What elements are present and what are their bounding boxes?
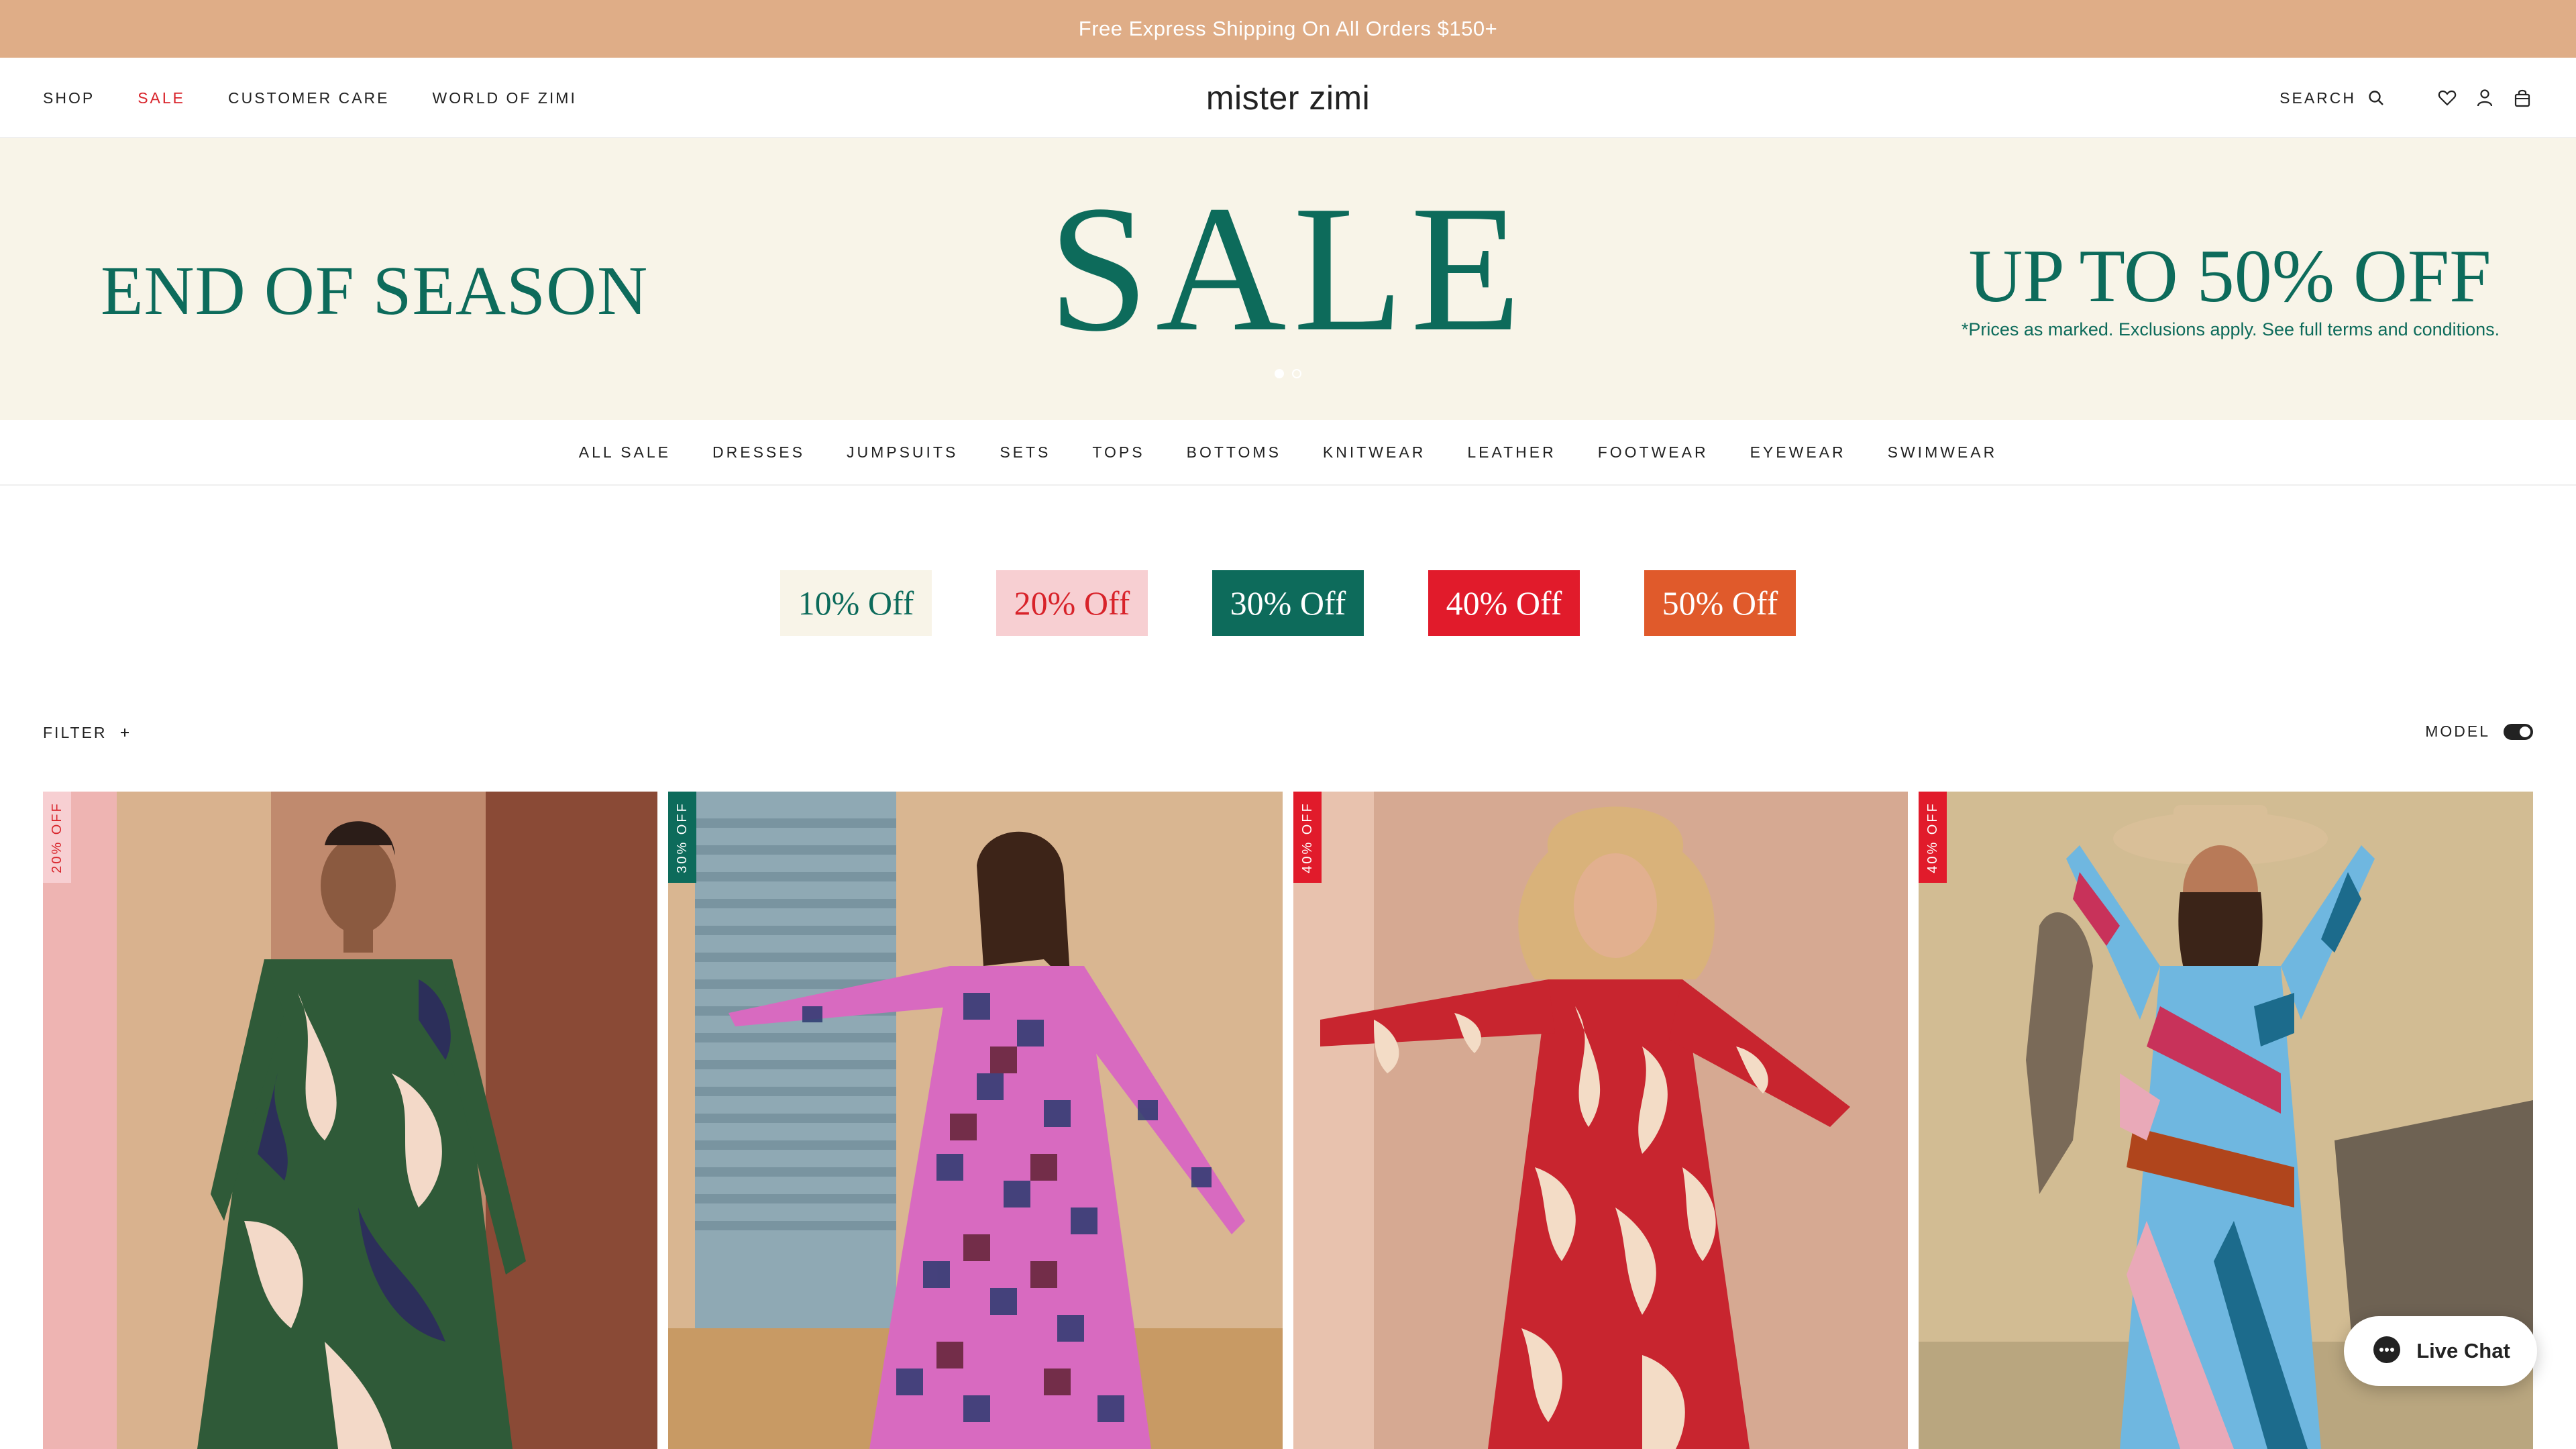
product-image (43, 792, 657, 1449)
category-sets[interactable]: SETS (1000, 443, 1051, 462)
category-jumpsuits[interactable]: JUMPSUITS (847, 443, 958, 462)
model-label: MODEL (2425, 722, 2490, 740)
live-chat-button[interactable]: Live Chat (2344, 1316, 2537, 1386)
carousel-dots (0, 369, 2576, 378)
primary-nav: SHOP SALE CUSTOMER CARE WORLD OF ZIMI (43, 58, 577, 138)
discount-pill-10[interactable]: 10% Off (780, 570, 932, 636)
category-all-sale[interactable]: ALL SALE (579, 443, 671, 462)
product-card[interactable]: 20% OFF (43, 792, 657, 1449)
model-toggle[interactable]: MODEL (2425, 722, 2533, 741)
search-icon (2365, 87, 2387, 109)
product-card[interactable]: 30% OFF (668, 792, 1283, 1449)
hero-banner[interactable]: END OF SEASON SALE UP TO 50% OFF *Prices… (0, 138, 2576, 420)
discount-filters: 10% Off 20% Off 30% Off 40% Off 50% Off (0, 570, 2576, 636)
category-leather[interactable]: LEATHER (1467, 443, 1556, 462)
discount-pill-20[interactable]: 20% Off (996, 570, 1148, 636)
category-footwear[interactable]: FOOTWEAR (1598, 443, 1709, 462)
category-bottoms[interactable]: BOTTOMS (1187, 443, 1281, 462)
account-icon[interactable] (2474, 87, 2496, 109)
badge-label: 20% OFF (49, 801, 64, 873)
nav-sale[interactable]: SALE (138, 89, 185, 107)
nav-shop[interactable]: SHOP (43, 89, 95, 107)
search-label: SEARCH (2279, 89, 2356, 107)
chat-bubble-icon (2371, 1334, 2403, 1369)
toggle-switch[interactable] (2504, 723, 2533, 740)
discount-pill-40[interactable]: 40% Off (1428, 570, 1580, 636)
discount-badge: 30% OFF (668, 792, 696, 883)
badge-label: 30% OFF (674, 801, 690, 873)
product-card[interactable]: 40% OFF (1293, 792, 1908, 1449)
product-grid: 20% OFF 30% OFF 40% OFF 40% OFF (43, 792, 2533, 1449)
plus-icon (119, 724, 130, 742)
category-knitwear[interactable]: KNITWEAR (1323, 443, 1426, 462)
announcement-bar: Free Express Shipping On All Orders $150… (0, 0, 2576, 58)
hero-right-text: UP TO 50% OFF (1968, 235, 2491, 318)
product-image (1293, 792, 1908, 1449)
account-icons (2436, 87, 2533, 109)
category-swimwear[interactable]: SWIMWEAR (1888, 443, 1998, 462)
nav-customer-care[interactable]: CUSTOMER CARE (228, 89, 390, 107)
badge-label: 40% OFF (1925, 801, 1940, 873)
nav-world-of-zimi[interactable]: WORLD OF ZIMI (433, 89, 577, 107)
badge-label: 40% OFF (1299, 801, 1315, 873)
filter-button[interactable]: FILTER (43, 724, 130, 742)
live-chat-label: Live Chat (2416, 1339, 2510, 1362)
discount-badge: 20% OFF (43, 792, 71, 883)
site-header: SHOP SALE CUSTOMER CARE WORLD OF ZIMI mi… (0, 58, 2576, 138)
announcement-text: Free Express Shipping On All Orders $150… (1078, 17, 1498, 40)
heart-icon[interactable] (2436, 87, 2458, 109)
utility-nav: SEARCH (2279, 58, 2533, 138)
discount-pill-30[interactable]: 30% Off (1212, 570, 1364, 636)
filter-label: FILTER (43, 724, 107, 741)
category-eyewear[interactable]: EYEWEAR (1750, 443, 1846, 462)
discount-pill-50[interactable]: 50% Off (1644, 570, 1796, 636)
category-nav: ALL SALE DRESSES JUMPSUITS SETS TOPS BOT… (0, 420, 2576, 486)
discount-badge: 40% OFF (1293, 792, 1322, 883)
carousel-dot[interactable] (1292, 369, 1301, 378)
search-button[interactable]: SEARCH (2279, 87, 2387, 109)
hero-terms: *Prices as marked. Exclusions apply. See… (1961, 319, 2500, 339)
product-image (668, 792, 1283, 1449)
discount-badge: 40% OFF (1919, 792, 1947, 883)
logo[interactable]: mister zimi (1206, 78, 1370, 117)
category-dresses[interactable]: DRESSES (712, 443, 805, 462)
category-tops[interactable]: TOPS (1092, 443, 1144, 462)
carousel-dot[interactable] (1275, 369, 1284, 378)
bag-icon[interactable] (2512, 87, 2533, 109)
